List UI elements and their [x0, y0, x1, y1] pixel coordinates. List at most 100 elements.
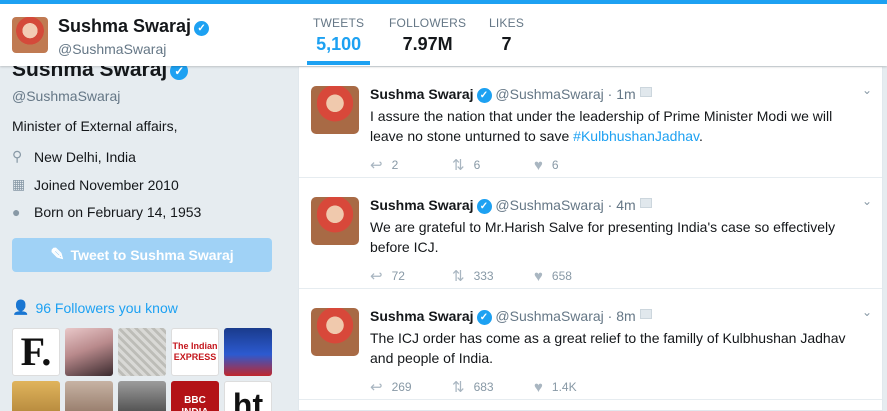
retweet-icon: ⇅ — [452, 268, 465, 285]
tweet-author-name[interactable]: Sushma Swaraj — [370, 308, 474, 324]
reply-icon: ↩ — [370, 157, 383, 174]
tab-likes[interactable]: LIKES 7 — [489, 16, 524, 55]
avatar[interactable] — [311, 86, 359, 134]
tweet-actions: ↩ 269 ⇅ 683 ♥ 1.4K — [370, 378, 616, 397]
location-text: New Delhi, India — [34, 148, 136, 165]
heart-icon: ♥ — [534, 378, 543, 396]
tweet-item[interactable]: Sushma Swaraj ✓ @SushmaSwaraj · 8m ⌄ The … — [299, 289, 882, 400]
tweet-actions: ↩ 72 ⇅ 333 ♥ 658 — [370, 267, 616, 286]
tweet-author-handle[interactable]: @SushmaSwaraj — [495, 308, 603, 324]
verified-icon: ✓ — [476, 199, 492, 214]
tweet-header: Sushma Swaraj ✓ @SushmaSwaraj · 8m — [370, 308, 652, 325]
joined-text: Joined November 2010 — [34, 176, 179, 193]
follower-avatar-text: ht — [232, 387, 264, 411]
tweet-author-name[interactable]: Sushma Swaraj — [370, 86, 474, 102]
tweet-to-button[interactable]: ✎ Tweet to Sushma Swaraj — [12, 238, 272, 272]
tweet-time-text: 4m — [616, 197, 636, 213]
reply-icon: ↩ — [370, 268, 383, 285]
tweet-header: Sushma Swaraj ✓ @SushmaSwaraj · 4m — [370, 197, 652, 214]
avatar[interactable] — [12, 17, 48, 53]
tweet-item[interactable]: Sushma Swaraj ✓ @SushmaSwaraj · 4m ⌄ We a… — [299, 178, 882, 289]
follower-avatar[interactable]: The Indian EXPRESS — [171, 328, 219, 376]
born-text: Born on February 14, 1953 — [34, 204, 202, 220]
like-count: 6 — [551, 158, 559, 172]
profile-birthday: ● Born on February 14, 1953 — [12, 204, 201, 220]
tweet-author-handle[interactable]: @SushmaSwaraj — [495, 86, 603, 102]
avatar[interactable] — [311, 197, 359, 245]
location-pin-icon: ⚲ — [12, 148, 23, 164]
follower-avatar[interactable] — [65, 381, 113, 411]
reply-button[interactable]: ↩ 269 — [370, 378, 452, 396]
tweet-time-text: 1m — [616, 86, 636, 102]
reply-button[interactable]: ↩ 72 — [370, 267, 452, 285]
media-icon — [639, 198, 652, 208]
profile-location: ⚲ New Delhi, India — [12, 148, 136, 165]
follower-avatar[interactable] — [65, 328, 113, 376]
tab-tweets[interactable]: TWEETS 5,100 — [306, 16, 371, 65]
tweet-timestamp[interactable]: · 8m — [604, 308, 636, 324]
follower-avatar[interactable]: ht — [224, 381, 272, 411]
tab-followers-label: FOLLOWERS — [389, 16, 467, 30]
heart-icon: ♥ — [534, 156, 543, 174]
tab-tweets-label: TWEETS — [313, 16, 365, 30]
tweet-header: Sushma Swaraj ✓ @SushmaSwaraj · 1m — [370, 86, 652, 103]
follower-avatar[interactable] — [118, 328, 166, 376]
chevron-down-icon[interactable]: ⌄ — [862, 83, 872, 97]
media-icon — [639, 87, 652, 97]
followers-you-know-link[interactable]: 👤 96 Followers you know — [12, 299, 178, 316]
like-button[interactable]: ♥ 658 — [534, 267, 616, 285]
quill-icon: ✎ — [50, 245, 65, 264]
tweet-text: I assure the nation that under the leade… — [370, 106, 860, 146]
tab-likes-count: 7 — [501, 34, 512, 54]
verified-icon: ✓ — [476, 88, 492, 103]
reply-count: 2 — [391, 158, 399, 172]
chevron-down-icon[interactable]: ⌄ — [862, 305, 872, 319]
person-icon: 👤 — [12, 299, 30, 315]
follower-avatar[interactable] — [12, 381, 60, 411]
tweet-text-suffix: . — [699, 128, 703, 144]
tweet-item[interactable]: Sushma Swaraj ✓ @SushmaSwaraj · 1m ⌄ I as… — [299, 67, 882, 178]
tweet-to-label: Tweet to Sushma Swaraj — [70, 247, 234, 263]
tweet-text-body: The ICJ order has come as a great relief… — [370, 330, 846, 366]
header-handle[interactable]: @SushmaSwaraj — [58, 41, 166, 57]
verified-icon: ✓ — [476, 310, 492, 325]
follower-avatar[interactable] — [224, 328, 272, 376]
like-count: 658 — [551, 269, 572, 283]
header-name[interactable]: Sushma Swaraj ✓ — [58, 16, 210, 37]
profile-bio: Minister of External affairs, — [12, 118, 178, 134]
follower-avatar[interactable]: F. — [12, 328, 60, 376]
profile-handle[interactable]: @SushmaSwaraj — [12, 88, 120, 104]
tab-likes-label: LIKES — [489, 16, 525, 30]
tweet-author-name[interactable]: Sushma Swaraj — [370, 197, 474, 213]
tab-followers[interactable]: FOLLOWERS 7.97M — [389, 16, 466, 55]
avatar[interactable] — [311, 308, 359, 356]
tab-followers-count: 7.97M — [402, 34, 453, 54]
follower-avatar-text: BBC INDIA — [181, 395, 208, 411]
like-button[interactable]: ♥ 1.4K — [534, 378, 616, 396]
balloon-icon: ● — [12, 204, 21, 220]
follower-avatar-text: The Indian EXPRESS — [172, 341, 218, 362]
like-button[interactable]: ♥ 6 — [534, 156, 616, 174]
tweet-actions: ↩ 2 ⇅ 6 ♥ 6 — [370, 156, 616, 175]
follower-avatar[interactable] — [118, 381, 166, 411]
profile-joined: ▦ Joined November 2010 — [12, 176, 179, 193]
follower-avatar[interactable]: BBC INDIA — [171, 381, 219, 411]
header-name-text: Sushma Swaraj — [58, 16, 192, 36]
tweet-time-text: 8m — [616, 308, 636, 324]
retweet-button[interactable]: ⇅ 333 — [452, 267, 534, 285]
followers-you-know-text: 96 Followers you know — [35, 299, 178, 316]
retweet-button[interactable]: ⇅ 6 — [452, 156, 534, 174]
verified-icon: ✓ — [194, 21, 210, 36]
calendar-icon: ▦ — [12, 176, 26, 192]
tweet-timestamp[interactable]: · 4m — [604, 197, 636, 213]
hashtag-link[interactable]: #KulbhushanJadhav — [573, 128, 699, 144]
reply-count: 72 — [391, 269, 405, 283]
retweet-button[interactable]: ⇅ 683 — [452, 378, 534, 396]
chevron-down-icon[interactable]: ⌄ — [862, 194, 872, 208]
reply-button[interactable]: ↩ 2 — [370, 156, 452, 174]
tweet-author-handle[interactable]: @SushmaSwaraj — [495, 197, 603, 213]
tweet-timeline: Sushma Swaraj ✓ @SushmaSwaraj · 1m ⌄ I as… — [298, 66, 883, 411]
follower-avatar-text: F. — [20, 329, 52, 374]
tweet-timestamp[interactable]: · 1m — [604, 86, 636, 102]
tweet-text-body: We are grateful to Mr.Harish Salve for p… — [370, 219, 836, 255]
